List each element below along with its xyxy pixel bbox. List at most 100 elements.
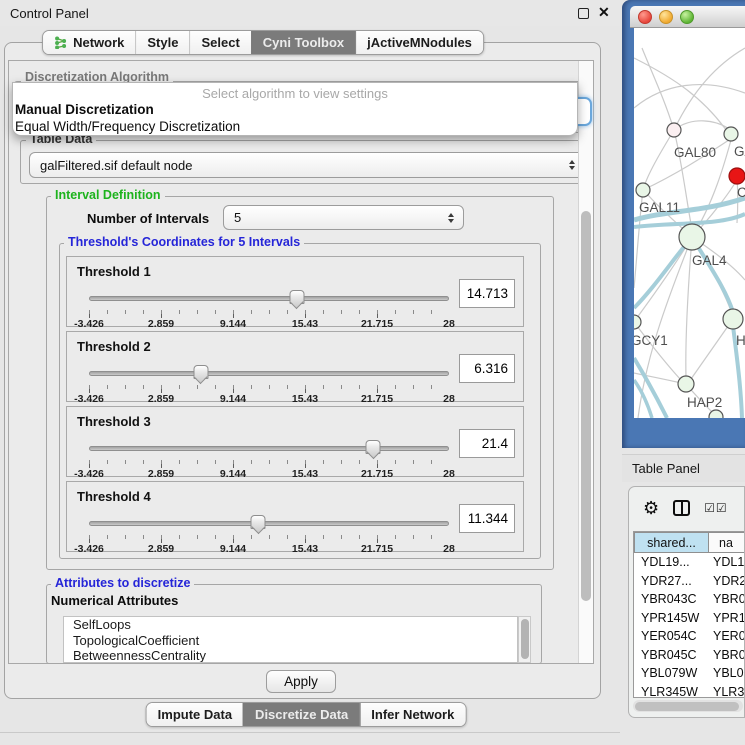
cell-shared-name[interactable]: YDR27... xyxy=(634,574,709,588)
tab-impute-data[interactable]: Impute Data xyxy=(147,703,243,726)
option-equal-width-frequency[interactable]: Equal Width/Frequency Discretization xyxy=(13,118,577,135)
node-hap2[interactable] xyxy=(678,376,694,392)
scrollbar-thumb[interactable] xyxy=(635,702,739,711)
cell-shared-name[interactable]: YBR043C xyxy=(634,592,709,606)
cell-name[interactable]: YDR2 xyxy=(709,574,745,588)
cell-name[interactable]: YBR0 xyxy=(709,648,745,662)
table-horizontal-scrollbar[interactable] xyxy=(633,700,743,712)
tab-network[interactable]: Network xyxy=(43,31,135,54)
node-gcy1[interactable] xyxy=(634,315,641,329)
node-table[interactable]: shared... na YDL19...YDL1YDR27...YDR2YBR… xyxy=(633,531,745,698)
window-title: Control Panel xyxy=(10,6,89,21)
node-gal11[interactable] xyxy=(636,183,650,197)
number-of-intervals-combo[interactable]: 5 xyxy=(223,205,464,230)
tick-label: 9.144 xyxy=(220,393,246,405)
slider-scale: -3.4262.8599.14415.4321.71528 xyxy=(89,393,449,405)
slider-handle[interactable] xyxy=(366,440,381,458)
numerical-attributes-list[interactable]: SelfLoopsTopologicalCoefficientBetweenne… xyxy=(63,616,518,663)
algorithm-dropdown-popup: Select algorithm to view settings Manual… xyxy=(12,82,578,136)
node-h[interactable] xyxy=(723,309,743,329)
top-tab-bar: Network Style Select Cyni Toolbox jActiv… xyxy=(42,30,484,55)
cell-shared-name[interactable]: YPR145W xyxy=(634,611,709,625)
threshold-1-value-field[interactable] xyxy=(459,279,515,308)
tab-cyni-toolbox[interactable]: Cyni Toolbox xyxy=(251,31,355,54)
cell-shared-name[interactable]: YER054C xyxy=(634,629,709,643)
slider-track[interactable] xyxy=(89,521,449,526)
zoom-traffic-light-icon[interactable] xyxy=(680,10,694,24)
cell-name[interactable]: YBR0 xyxy=(709,592,745,606)
slider-track[interactable] xyxy=(89,296,449,301)
attribute-list-item[interactable]: BetweennessCentrality xyxy=(64,648,517,663)
option-manual-discretization[interactable]: Manual Discretization xyxy=(13,101,577,118)
tab-style[interactable]: Style xyxy=(135,31,189,54)
attributes-list-scrollbar[interactable] xyxy=(518,616,531,663)
table-row[interactable]: YPR145WYPR1 xyxy=(634,609,745,628)
attribute-list-item[interactable]: SelfLoops xyxy=(64,617,517,633)
cell-name[interactable]: YBL0 xyxy=(709,666,745,680)
tab-select[interactable]: Select xyxy=(189,31,250,54)
threshold-3-slider[interactable]: -3.4262.8599.14415.4321.71528 xyxy=(89,439,449,477)
column-header-name[interactable]: na xyxy=(709,532,745,553)
node-gal4[interactable] xyxy=(679,224,705,250)
threshold-1-slider[interactable]: -3.4262.8599.14415.4321.71528 xyxy=(89,289,449,327)
node-bottom[interactable] xyxy=(709,410,723,418)
tick-label: 15.43 xyxy=(292,393,318,405)
attribute-list-item[interactable]: TopologicalCoefficient xyxy=(64,633,517,649)
label-h: H xyxy=(736,333,745,348)
slider-ticks xyxy=(89,385,449,393)
slider-scale: -3.4262.8599.14415.4321.71528 xyxy=(89,318,449,330)
slider-track[interactable] xyxy=(89,371,449,376)
gear-icon[interactable]: ⚙ xyxy=(643,499,659,517)
tab-infer-label: Infer Network xyxy=(371,707,454,722)
slider-handle[interactable] xyxy=(193,365,208,383)
slider-track[interactable] xyxy=(89,446,449,451)
threshold-3-value-field[interactable] xyxy=(459,429,515,458)
columns-icon[interactable] xyxy=(673,500,690,516)
table-row[interactable]: YER054CYER0 xyxy=(634,627,745,646)
threshold-4-panel: Threshold 4 -3.4262.8599.14415.4321.7152… xyxy=(66,481,524,552)
threshold-2-slider[interactable]: -3.4262.8599.14415.4321.71528 xyxy=(89,364,449,402)
window-bottom-edge xyxy=(0,732,620,733)
cell-name[interactable]: YLR3 xyxy=(709,685,745,698)
cell-shared-name[interactable]: YLR345W xyxy=(634,685,709,698)
threshold-4-value-field[interactable] xyxy=(459,504,515,533)
table-row[interactable]: YDR27...YDR2 xyxy=(634,572,745,591)
tab-discretize-data[interactable]: Discretize Data xyxy=(243,703,359,726)
label-gal11: GAL11 xyxy=(639,200,680,215)
settings-vertical-scrollbar[interactable] xyxy=(578,61,593,663)
table-row[interactable]: YDL19...YDL1 xyxy=(634,553,745,572)
network-canvas[interactable]: GAL80 GA C GAL11 GAL4 GCY1 H HAP2 xyxy=(634,28,745,418)
table-data-combo[interactable]: galFiltered.sif default node xyxy=(29,152,585,178)
table-row[interactable]: YBR045CYBR0 xyxy=(634,646,745,665)
threshold-2-label: Threshold 2 xyxy=(77,339,151,354)
cell-shared-name[interactable]: YDL19... xyxy=(634,555,709,569)
minimize-traffic-light-icon[interactable] xyxy=(659,10,673,24)
cell-name[interactable]: YPR1 xyxy=(709,611,745,625)
tick-label: 28 xyxy=(443,318,455,330)
slider-handle[interactable] xyxy=(251,515,266,533)
cell-name[interactable]: YDL1 xyxy=(709,555,745,569)
cell-name[interactable]: YER0 xyxy=(709,629,745,643)
table-row[interactable]: YBR043CYBR0 xyxy=(634,590,745,609)
column-header-shared-name[interactable]: shared... xyxy=(634,532,709,553)
scrollbar-thumb[interactable] xyxy=(581,211,591,601)
node-selected-red[interactable] xyxy=(729,168,745,184)
tab-jactivemnodules[interactable]: jActiveMNodules xyxy=(355,31,483,54)
float-window-icon[interactable] xyxy=(578,8,589,19)
cell-shared-name[interactable]: YBR045C xyxy=(634,648,709,662)
close-icon[interactable]: ✕ xyxy=(598,4,610,21)
node-gal80[interactable] xyxy=(667,123,681,137)
table-row[interactable]: YLR345WYLR3 xyxy=(634,683,745,699)
tick-label: 15.43 xyxy=(292,318,318,330)
tab-infer-network[interactable]: Infer Network xyxy=(359,703,465,726)
close-traffic-light-icon[interactable] xyxy=(638,10,652,24)
thresholds-group-title: Threshold's Coordinates for 5 Intervals xyxy=(64,235,304,249)
select-checkboxes-icon[interactable]: ☑☑ xyxy=(704,501,728,515)
table-row[interactable]: YBL079WYBL0 xyxy=(634,664,745,683)
threshold-2-value-field[interactable] xyxy=(459,354,515,383)
apply-button[interactable]: Apply xyxy=(266,670,336,693)
node-top-right[interactable] xyxy=(724,127,738,141)
threshold-4-slider[interactable]: -3.4262.8599.14415.4321.71528 xyxy=(89,514,449,552)
slider-handle[interactable] xyxy=(289,290,304,308)
cell-shared-name[interactable]: YBL079W xyxy=(634,666,709,680)
